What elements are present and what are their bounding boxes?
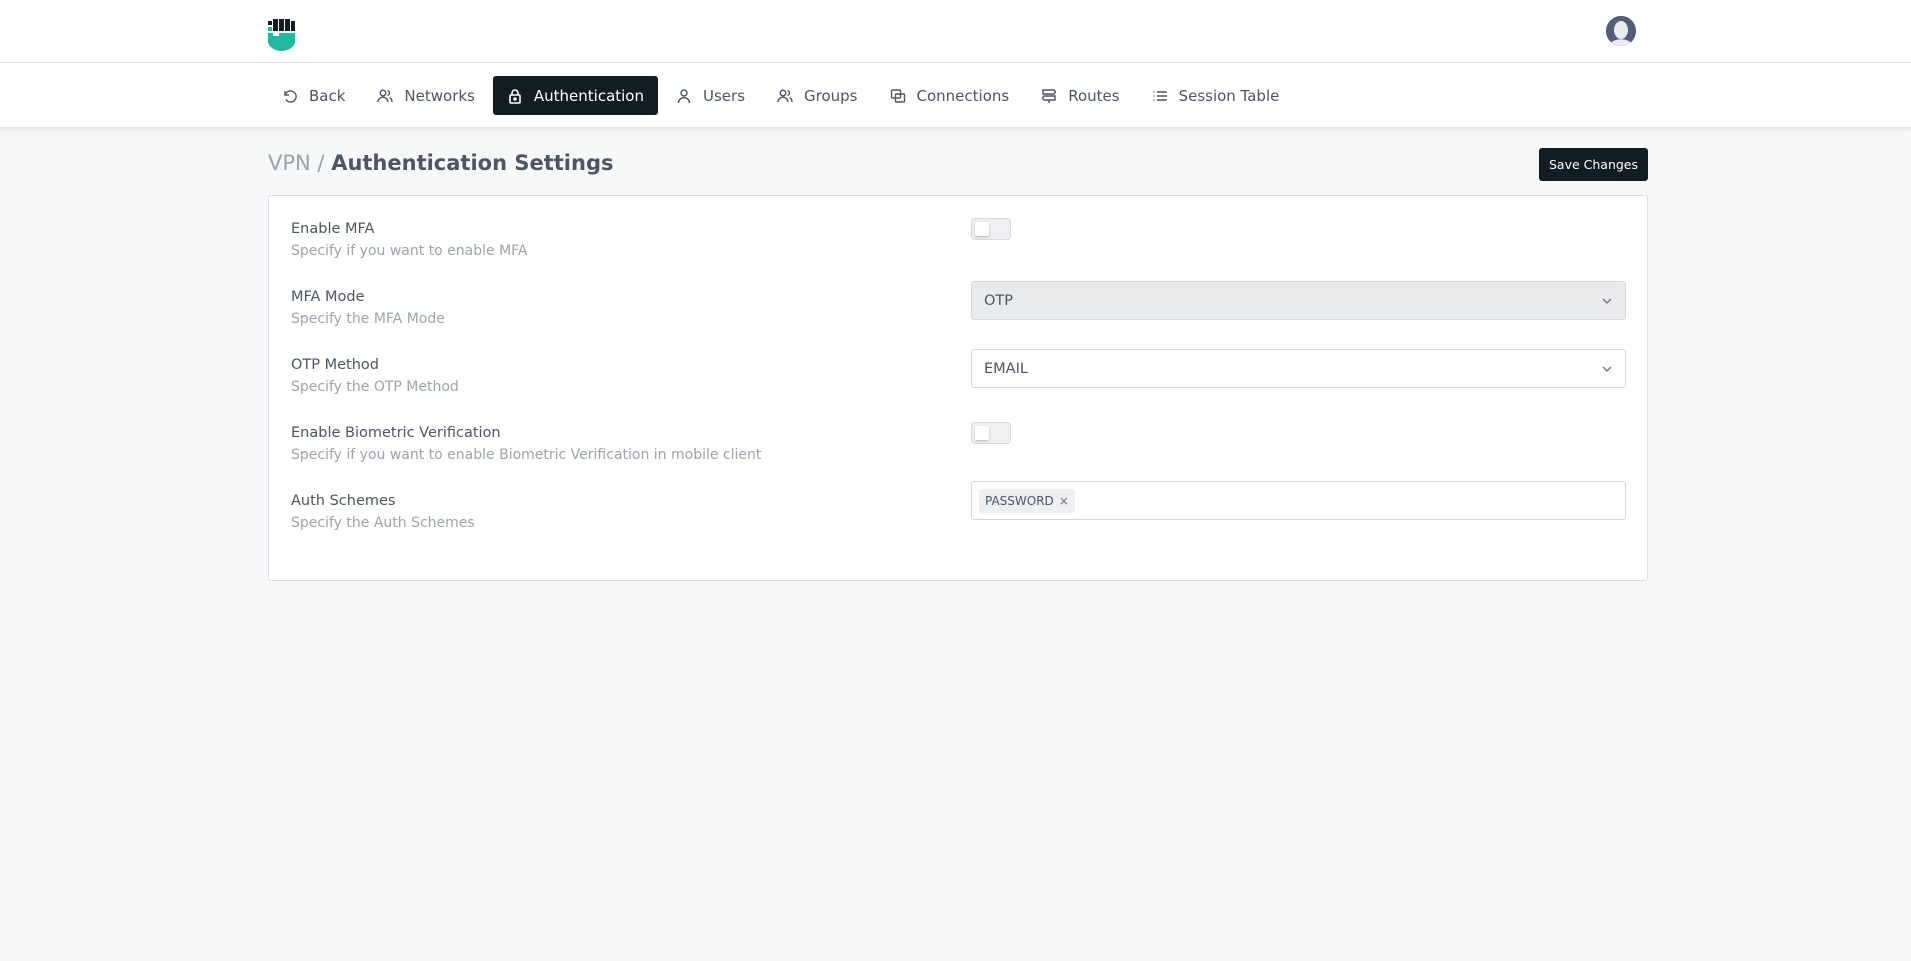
settings-card: Enable MFA Specify if you want to enable… xyxy=(268,195,1648,581)
chevron-down-icon xyxy=(1602,366,1612,372)
save-changes-button[interactable]: Save Changes xyxy=(1539,148,1648,181)
nav-item-users[interactable]: Users xyxy=(662,76,759,115)
nav-item-groups[interactable]: Groups xyxy=(763,76,871,115)
setting-row-otp-method: OTP Method Specify the OTP Method EMAIL xyxy=(291,349,1626,408)
setting-label: Enable Biometric Verification xyxy=(291,425,501,441)
select-value: OTP xyxy=(984,292,1014,309)
setting-row-biometric: Enable Biometric Verification Specify if… xyxy=(291,422,1625,476)
setting-row-auth-schemes: Auth Schemes Specify the Auth Schemes PA… xyxy=(291,481,1626,544)
nav-item-label: Networks xyxy=(404,86,475,105)
nav-item-authentication[interactable]: Authentication xyxy=(492,76,658,115)
nav-item-networks[interactable]: Networks xyxy=(363,76,488,115)
setting-label: Enable MFA xyxy=(291,221,375,237)
nav-item-label: Session Table xyxy=(1178,86,1280,105)
signpost-icon xyxy=(1041,88,1057,103)
connections-icon xyxy=(890,88,905,103)
nav-item-connections[interactable]: Connections xyxy=(876,76,1024,115)
list-icon xyxy=(1153,90,1167,101)
remove-tag-icon[interactable]: × xyxy=(1059,494,1069,508)
setting-description: Specify if you want to enable Biometric … xyxy=(291,447,762,463)
top-bar xyxy=(0,0,1911,63)
nav-item-label: Routes xyxy=(1068,86,1120,105)
toggle-knob xyxy=(975,426,989,440)
setting-row-enable-mfa: Enable MFA Specify if you want to enable… xyxy=(291,218,1625,272)
nav-item-label: Connections xyxy=(916,86,1010,105)
tag-label: PASSWORD xyxy=(985,493,1054,508)
auth-schemes-input[interactable]: PASSWORD × xyxy=(971,481,1626,520)
toggle-knob xyxy=(975,222,989,236)
enable-mfa-toggle[interactable] xyxy=(971,218,1011,240)
breadcrumb[interactable]: VPN / xyxy=(268,151,325,175)
select-value: EMAIL xyxy=(984,360,1028,377)
nav-item-session-table[interactable]: Session Table xyxy=(1138,76,1294,115)
user-icon xyxy=(677,88,691,103)
nav-bar: Back Networks Authentication Users Group… xyxy=(0,63,1911,128)
biometric-toggle[interactable] xyxy=(971,422,1011,444)
logo-icon[interactable] xyxy=(268,19,296,52)
nav-item-label: Back xyxy=(309,86,346,105)
nav-item-label: Authentication xyxy=(533,86,644,105)
nav-item-label: Groups xyxy=(804,86,858,105)
users-icon xyxy=(377,89,394,102)
auth-scheme-tag: PASSWORD × xyxy=(979,488,1075,513)
users-icon xyxy=(777,89,793,102)
chevron-down-icon xyxy=(1602,298,1612,304)
nav-item-back[interactable]: Back xyxy=(268,76,359,115)
undo-icon xyxy=(284,89,297,103)
nav-item-label: Users xyxy=(703,86,746,105)
lock-icon xyxy=(509,88,521,104)
setting-row-mfa-mode: MFA Mode Specify the MFA Mode OTP xyxy=(291,281,1626,340)
nav-list: Back Networks Authentication Users Group… xyxy=(268,76,1297,115)
page-title: VPN / Authentication Settings xyxy=(268,150,613,176)
setting-description: Specify if you want to enable MFA xyxy=(291,243,528,259)
nav-item-routes[interactable]: Routes xyxy=(1027,76,1133,115)
otp-method-select[interactable]: EMAIL xyxy=(971,349,1626,388)
page-heading: Authentication Settings xyxy=(331,151,614,175)
user-avatar[interactable] xyxy=(1606,16,1636,46)
mfa-mode-select[interactable]: OTP xyxy=(971,281,1626,320)
